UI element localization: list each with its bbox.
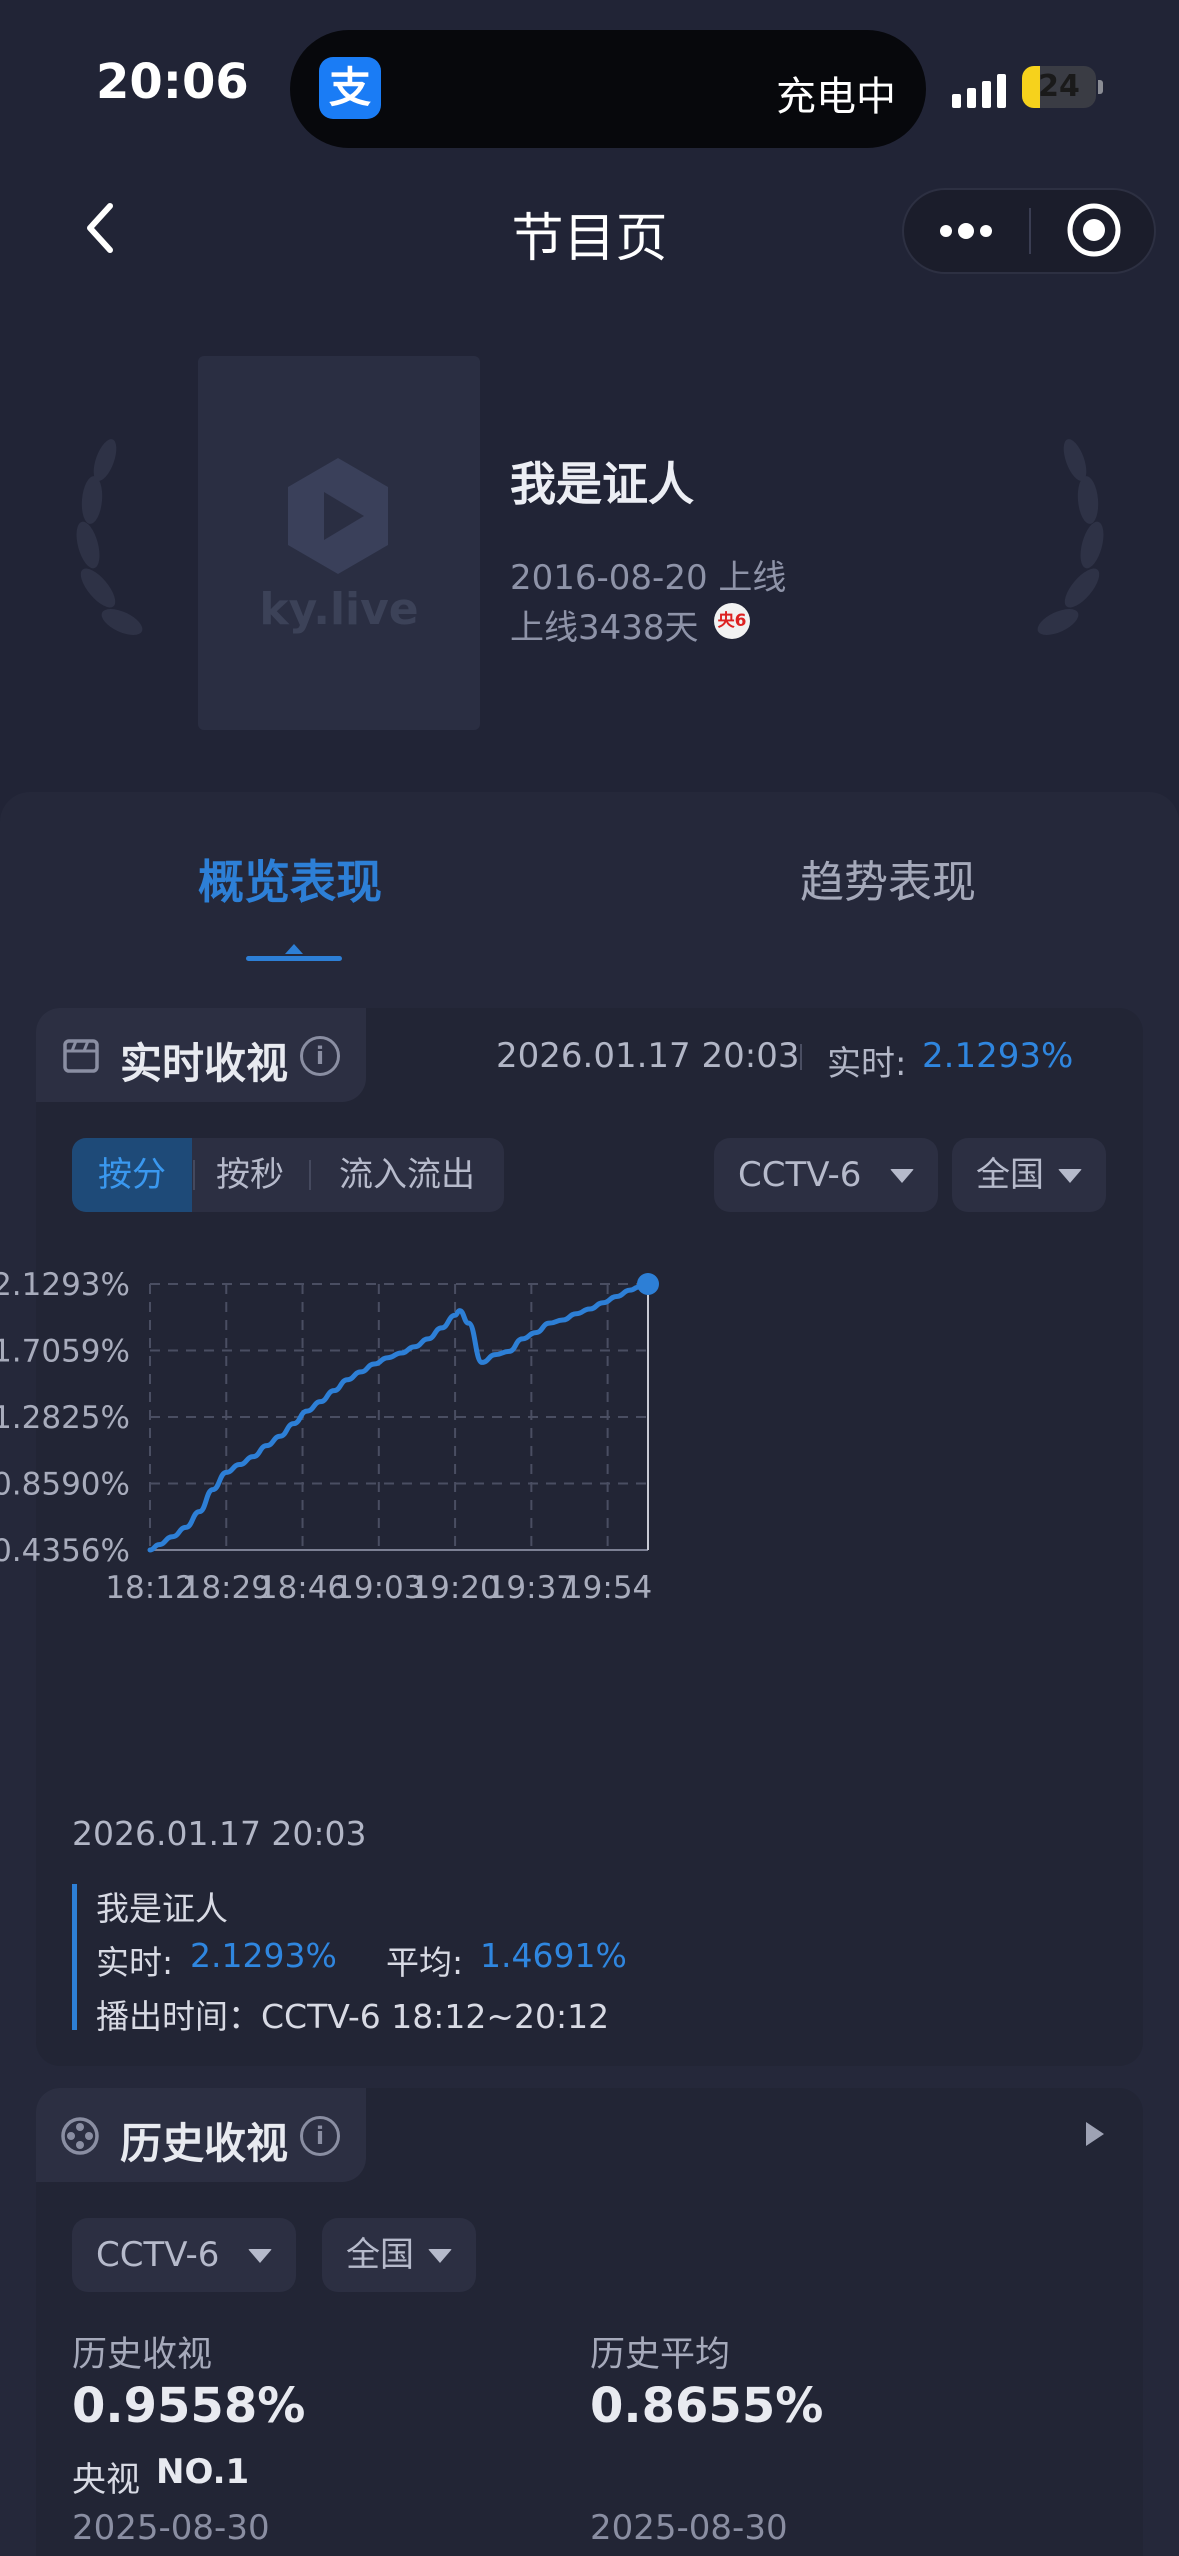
status-time: 20:06 <box>96 54 249 110</box>
tooltip-avg-label: 平均: <box>386 1943 464 1982</box>
tooltip-program: 我是证人 <box>96 1889 228 1928</box>
history-region-label: 全国 <box>346 2235 414 2275</box>
region-dropdown[interactable]: 全国 <box>952 1138 1106 1212</box>
battery-tip <box>1098 80 1103 94</box>
realtime-live-label: 实时: <box>827 1044 907 1084</box>
history-channel-dropdown[interactable]: CCTV-6 <box>72 2218 296 2292</box>
y-tick-label: 1.7059% <box>0 1334 130 1370</box>
segment-flow[interactable]: 流入流出 <box>310 1138 504 1212</box>
info-icon[interactable]: i <box>300 1036 340 1076</box>
info-icon[interactable]: i <box>300 2116 340 2156</box>
realtime-title: 实时收视 <box>120 1039 289 1088</box>
caret-down-icon <box>428 2249 452 2263</box>
cctv6-badge-icon: 央6 <box>714 603 750 639</box>
segment-by-minute[interactable]: 按分 <box>72 1138 192 1212</box>
battery-level: 24 <box>1038 69 1080 104</box>
y-tick-label: 2.1293% <box>0 1267 130 1303</box>
battery-icon: 24 <box>1022 66 1096 108</box>
history-channel-label: CCTV-6 <box>96 2235 220 2275</box>
history-average-date: 2025-08-30 <box>590 2508 788 2548</box>
laurel-right-icon <box>1037 439 1104 635</box>
history-rank-value: NO.1 <box>156 2452 250 2492</box>
more-dots-icon[interactable] <box>930 208 1002 254</box>
tab-overview[interactable]: 概览表现 <box>198 846 382 912</box>
tooltip-time: 2026.01.17 20:03 <box>72 1814 367 1853</box>
history-region-dropdown[interactable]: 全国 <box>322 2218 476 2292</box>
y-tick-label: 1.2825% <box>0 1400 130 1436</box>
realtime-line-chart[interactable]: 0.4356%0.8590%1.2825%1.7059%2.1293% 18:1… <box>0 1240 1179 1780</box>
laurel-left-icon <box>76 439 143 635</box>
segment-by-second[interactable]: 按秒 <box>194 1138 306 1212</box>
charging-status: 充电中 <box>776 74 896 120</box>
tab-trend[interactable]: 趋势表现 <box>800 846 976 910</box>
tab-indicator <box>246 956 342 961</box>
target-icon[interactable] <box>1064 200 1124 260</box>
caret-down-icon <box>1058 1169 1082 1183</box>
tooltip-live-value: 2.1293% <box>190 1936 337 1975</box>
history-average-label: 历史平均 <box>590 2335 731 2375</box>
tv-icon <box>63 1039 99 1073</box>
program-title: 我是证人 <box>510 457 694 511</box>
program-poster: ky.live <box>198 356 480 730</box>
chart-current-point <box>637 1273 659 1295</box>
caret-down-icon <box>248 2249 272 2263</box>
alipay-icon: 支 <box>319 57 381 119</box>
realtime-timestamp: 2026.01.17 20:03 <box>496 1036 800 1076</box>
x-tick-label: 19:54 <box>563 1570 652 1606</box>
y-tick-label: 0.8590% <box>0 1467 130 1503</box>
tooltip-avg-value: 1.4691% <box>480 1936 627 1975</box>
film-reel-icon <box>61 2117 99 2155</box>
region-dropdown-label: 全国 <box>976 1155 1044 1195</box>
channel-dropdown-label: CCTV-6 <box>738 1155 862 1195</box>
realtime-live-value: 2.1293% <box>922 1036 1074 1076</box>
play-logo-icon <box>288 458 388 574</box>
poster-logo-text: ky.live <box>259 584 419 635</box>
tooltip-live-label: 实时: <box>96 1943 174 1982</box>
program-days-online: 上线3438天 <box>510 608 699 648</box>
channel-dropdown[interactable]: CCTV-6 <box>714 1138 938 1212</box>
tooltip-air-time: 播出时间：CCTV-6 18:12~20:12 <box>96 1997 610 2036</box>
capsule-divider <box>1029 208 1031 254</box>
tooltip-accent-bar <box>72 1884 77 2030</box>
history-metric-value: 0.9558% <box>72 2378 306 2434</box>
caret-down-icon <box>890 1169 914 1183</box>
y-tick-label: 0.4356% <box>0 1533 130 1569</box>
play-icon[interactable] <box>1086 2122 1104 2146</box>
history-average-value: 0.8655% <box>590 2378 824 2434</box>
signal-icon <box>952 70 1008 108</box>
program-launch-date: 2016-08-20 上线 <box>510 558 787 598</box>
tab-indicator-notch <box>285 944 303 954</box>
history-title: 历史收视 <box>120 2119 289 2168</box>
history-rank-label: 央视 <box>72 2460 140 2500</box>
history-metric-label: 历史收视 <box>72 2335 213 2375</box>
history-metric-date: 2025-08-30 <box>72 2508 270 2548</box>
divider <box>800 1044 802 1070</box>
